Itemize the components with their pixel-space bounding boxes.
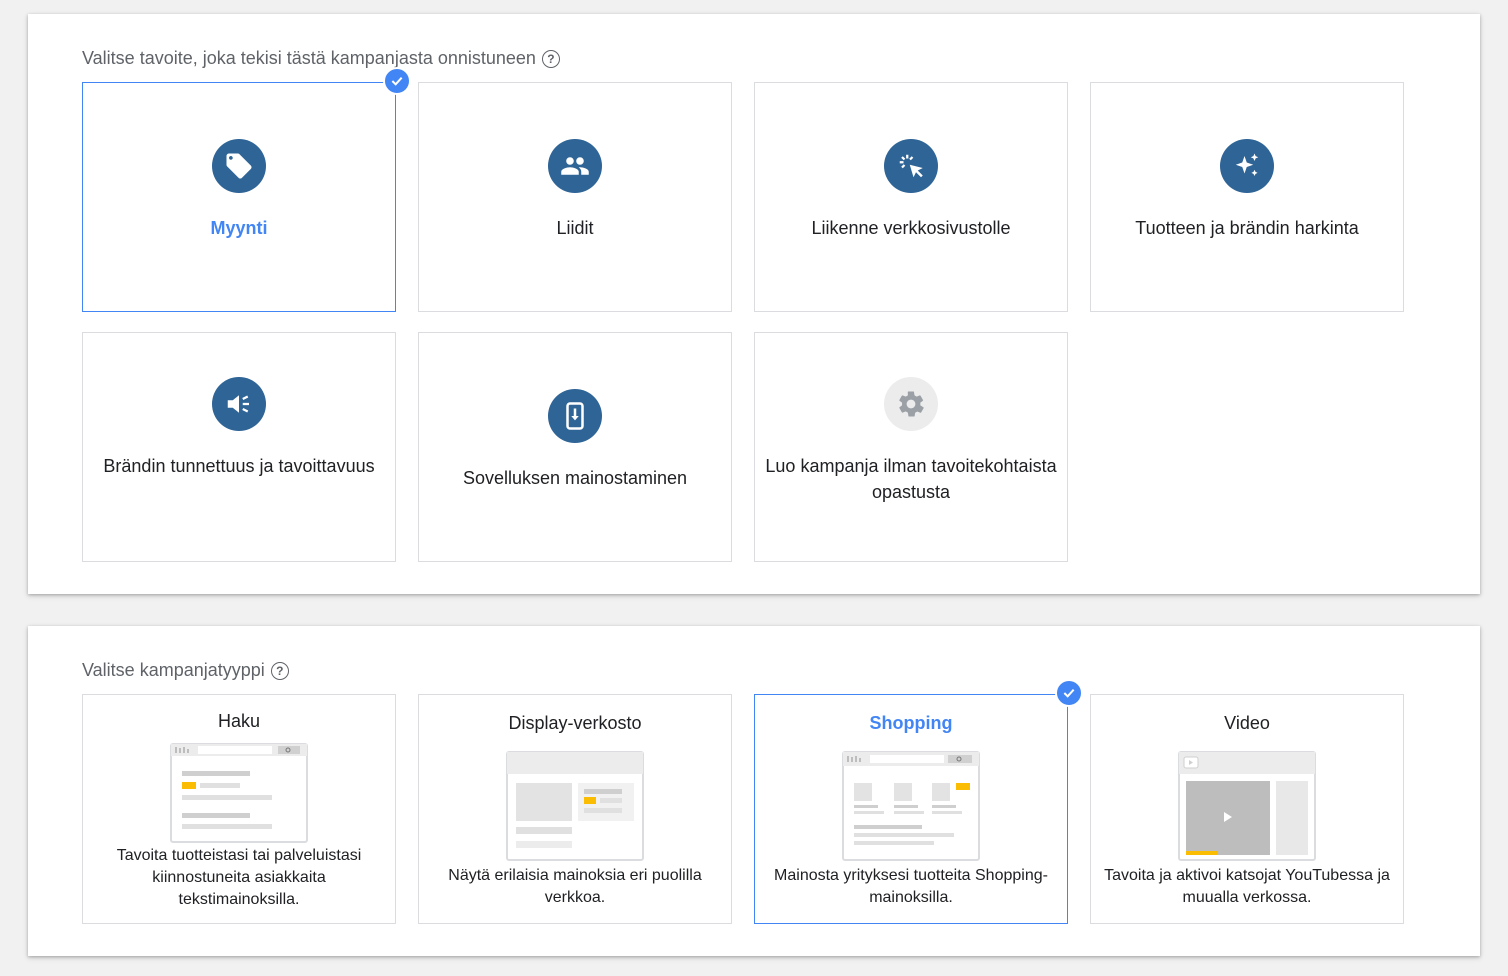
- campaign-type-description: Tavoita tuotteistasi tai palveluistasi k…: [116, 847, 362, 908]
- goal-label: Brändin tunnettuus ja tavoittavuus: [103, 456, 375, 476]
- search-ad-illustration: [170, 743, 308, 843]
- campaign-type-title: Haku: [217, 711, 261, 731]
- checkmark-icon: [383, 67, 411, 95]
- campaign-type-display[interactable]: Display-verkosto Näytä erilaisia mainoks…: [418, 694, 732, 924]
- goal-heading: Valitse tavoite, joka tekisi tästä kampa…: [82, 48, 560, 69]
- sales-tag-icon: [212, 139, 266, 193]
- campaign-type-heading: Valitse kampanjatyyppi ?: [82, 660, 289, 681]
- campaign-type-search[interactable]: Haku Tavoita tuotteistasi tai palveluist…: [82, 694, 396, 924]
- gear-icon: [884, 377, 938, 431]
- goal-label: Liidit: [556, 218, 594, 238]
- display-ad-illustration: [506, 751, 644, 861]
- goal-card-brand-awareness[interactable]: Brändin tunnettuus ja tavoittavuus: [82, 332, 396, 562]
- megaphone-icon: [212, 377, 266, 431]
- goal-selection-panel: Valitse tavoite, joka tekisi tästä kampa…: [28, 14, 1480, 594]
- goal-card-website-traffic[interactable]: Liikenne verkkosivustolle: [754, 82, 1068, 312]
- checkmark-icon: [1055, 679, 1083, 707]
- goal-heading-text: Valitse tavoite, joka tekisi tästä kampa…: [82, 48, 536, 68]
- help-icon[interactable]: ?: [541, 49, 560, 68]
- goal-label: Myynti: [210, 218, 268, 238]
- goal-card-no-goal-guidance[interactable]: Luo kampanja ilman tavoitekohtaista opas…: [754, 332, 1068, 562]
- goal-card-leads[interactable]: Liidit: [418, 82, 732, 312]
- help-icon[interactable]: ?: [270, 661, 289, 680]
- cursor-click-icon: [884, 139, 938, 193]
- campaign-type-heading-text: Valitse kampanjatyyppi: [82, 660, 265, 680]
- campaign-type-title: Display-verkosto: [508, 713, 642, 733]
- campaign-type-title: Shopping: [869, 713, 953, 733]
- goal-label: Liikenne verkkosivustolle: [811, 218, 1011, 238]
- campaign-type-shopping[interactable]: Shopping Mainosta yrityksesi tuotteita S…: [754, 679, 1083, 924]
- goal-label: Tuotteen ja brändin harkinta: [1135, 218, 1359, 238]
- goal-card-app-promotion[interactable]: Sovelluksen mainostaminen: [418, 332, 732, 562]
- video-ad-illustration: [1178, 751, 1316, 861]
- people-icon: [548, 139, 602, 193]
- campaign-type-title: Video: [1224, 713, 1270, 733]
- campaign-type-description: Näytä erilaisia mainoksia eri puolilla v…: [448, 867, 702, 906]
- sparkle-icon: [1220, 139, 1274, 193]
- goal-label: Luo kampanja ilman tavoitekohtaista opas…: [765, 456, 1057, 502]
- campaign-type-video[interactable]: Video Tavoita ja aktivoi katsojat YouTub…: [1090, 694, 1404, 924]
- campaign-type-description: Mainosta yrityksesi tuotteita Shopping-m…: [774, 867, 1048, 906]
- goal-label: Sovelluksen mainostaminen: [462, 468, 688, 488]
- goal-card-sales[interactable]: Myynti: [82, 67, 411, 312]
- shopping-ad-illustration: [842, 751, 980, 861]
- campaign-type-description: Tavoita ja aktivoi katsojat YouTubessa j…: [1104, 867, 1390, 906]
- campaign-type-panel: Valitse kampanjatyyppi ? Haku Tavoita tu…: [28, 626, 1480, 956]
- mobile-download-icon: [548, 389, 602, 443]
- goal-card-product-brand-consideration[interactable]: Tuotteen ja brändin harkinta: [1090, 82, 1404, 312]
